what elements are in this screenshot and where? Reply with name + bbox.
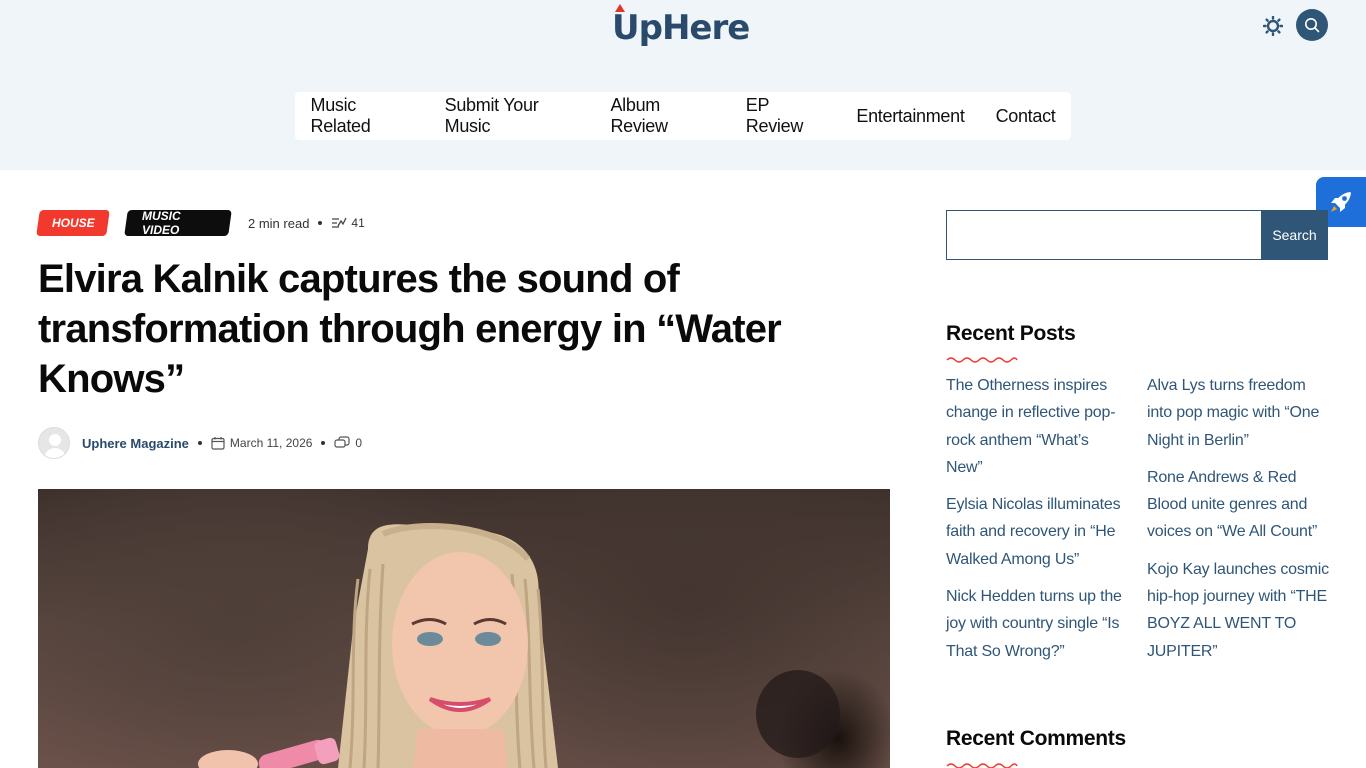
views-trend-icon bbox=[332, 217, 348, 228]
rocket-icon bbox=[1331, 192, 1351, 212]
meta-separator bbox=[318, 221, 323, 225]
nav-item-album-review[interactable]: Album Review bbox=[595, 95, 730, 137]
author-name[interactable]: Uphere Magazine bbox=[82, 436, 189, 451]
recent-post-link[interactable]: Rone Andrews & Red Blood unite genres an… bbox=[1147, 464, 1329, 546]
nav-item-music-related[interactable]: Music Related bbox=[295, 95, 429, 137]
main-nav: Music Related Submit Your Music Album Re… bbox=[295, 92, 1071, 140]
logo-roof-icon bbox=[615, 4, 625, 12]
comments-count[interactable]: 0 bbox=[334, 436, 362, 450]
nav-item-submit-your-music[interactable]: Submit Your Music bbox=[429, 95, 595, 137]
nav-item-entertainment[interactable]: Entertainment bbox=[841, 106, 980, 127]
meta-separator bbox=[321, 441, 326, 445]
sidebar-search-input[interactable] bbox=[946, 210, 1261, 260]
post-featured-image bbox=[38, 489, 890, 768]
recent-post-link[interactable]: The Otherness inspires change in reflect… bbox=[946, 372, 1128, 481]
read-time: 2 min read bbox=[248, 215, 310, 231]
comment-icon bbox=[334, 436, 351, 450]
tag-house[interactable]: HOUSE bbox=[36, 210, 110, 236]
post-date: March 11, 2026 bbox=[211, 436, 312, 450]
recent-posts-column-right: Alva Lys turns freedom into pop magic wi… bbox=[1147, 372, 1329, 675]
post-title: Elvira Kalnik captures the sound of tran… bbox=[38, 257, 782, 401]
title-squiggle-decoration bbox=[946, 763, 1018, 768]
calendar-icon bbox=[211, 436, 225, 450]
sidebar-search-button[interactable]: Search bbox=[1261, 210, 1328, 260]
recent-posts-column-left: The Otherness inspires change in reflect… bbox=[946, 372, 1128, 675]
nav-item-ep-review[interactable]: EP Review bbox=[730, 95, 841, 137]
site-header: UpHere Music Related Submit Your Music A… bbox=[0, 0, 1366, 170]
views-count: 41 bbox=[331, 216, 365, 230]
post-meta-row: HOUSE MUSIC VIDEO 2 min read 41 bbox=[36, 209, 365, 237]
nav-item-contact[interactable]: Contact bbox=[980, 106, 1071, 127]
recent-post-link[interactable]: Eylsia Nicolas illuminates faith and rec… bbox=[946, 491, 1128, 573]
title-squiggle-decoration bbox=[946, 357, 1018, 363]
recent-post-link[interactable]: Nick Hedden turns up the joy with countr… bbox=[946, 583, 1128, 665]
recent-post-link[interactable]: Kojo Kay launches cosmic hip-hop journey… bbox=[1147, 556, 1329, 665]
recent-posts-title: Recent Posts bbox=[946, 322, 1076, 345]
search-icon bbox=[1305, 18, 1320, 33]
post-byline: Uphere Magazine March 11, 2026 0 bbox=[38, 427, 362, 459]
logo-text: UpHere bbox=[612, 8, 750, 48]
theme-toggle-sun-icon[interactable] bbox=[1261, 14, 1285, 38]
recent-comments-title: Recent Comments bbox=[946, 727, 1126, 750]
header-search-button[interactable] bbox=[1296, 9, 1328, 41]
site-logo[interactable]: UpHere bbox=[612, 4, 750, 48]
meta-separator bbox=[197, 441, 202, 445]
recent-post-link[interactable]: Alva Lys turns freedom into pop magic wi… bbox=[1147, 372, 1329, 454]
author-avatar[interactable] bbox=[38, 427, 70, 459]
tag-music-video[interactable]: MUSIC VIDEO bbox=[124, 209, 232, 237]
